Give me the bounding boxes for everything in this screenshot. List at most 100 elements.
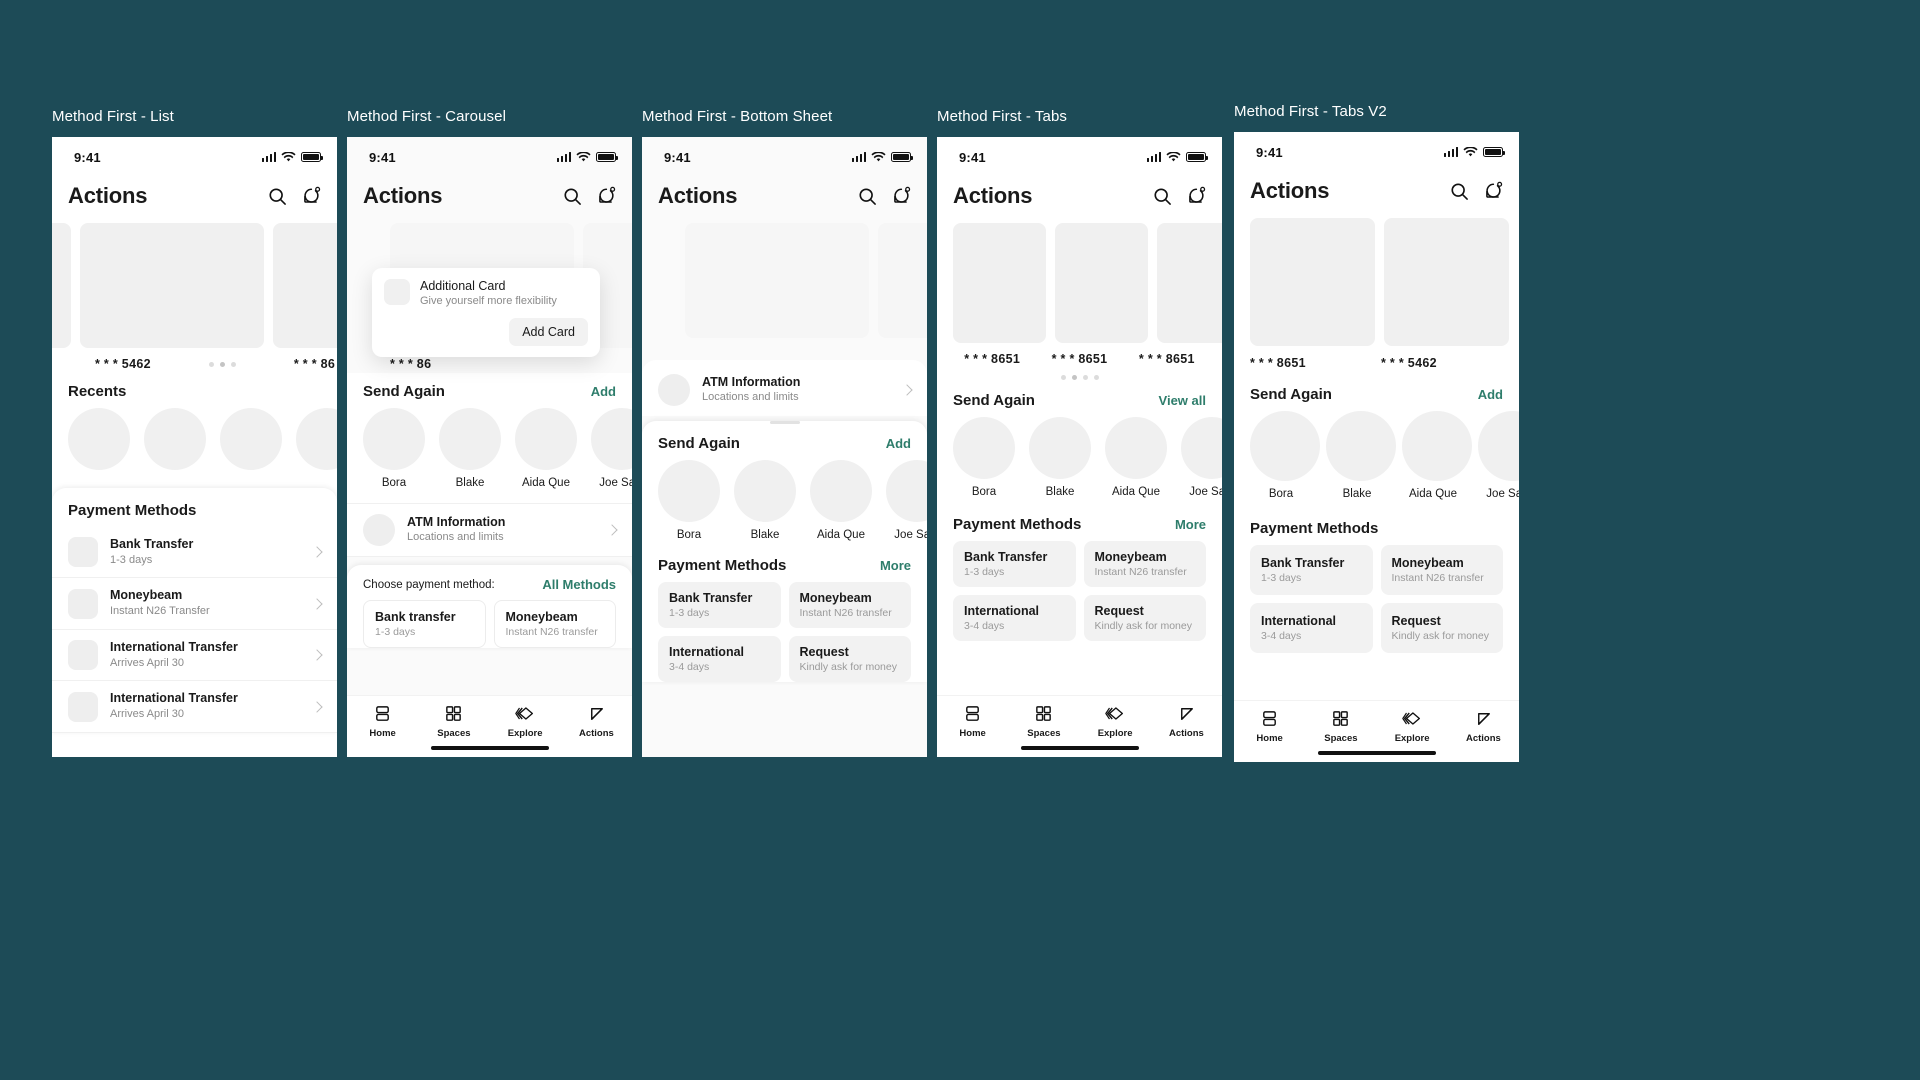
payment-tile[interactable]: Moneybeam Instant N26 transfer — [788, 582, 911, 628]
avatar[interactable] — [515, 408, 577, 470]
notification-bell-icon[interactable] — [1483, 181, 1503, 201]
notification-bell-icon[interactable] — [301, 186, 321, 206]
search-icon[interactable] — [1450, 182, 1469, 201]
avatar[interactable] — [810, 460, 872, 522]
payment-tile[interactable]: Bank transfer 1-3 days — [363, 600, 486, 648]
add-contact-link[interactable]: Add — [1478, 387, 1503, 402]
card-tile-current[interactable] — [685, 223, 869, 338]
all-methods-link[interactable]: All Methods — [542, 577, 616, 592]
sheet-drag-handle[interactable] — [769, 421, 800, 424]
card-tile-next[interactable] — [878, 223, 927, 338]
payment-method-tiles[interactable]: Bank Transfer 1-3 days Moneybeam Instant… — [1234, 545, 1519, 653]
tab-spaces[interactable]: Spaces — [1305, 709, 1376, 744]
avatar[interactable] — [1105, 417, 1167, 479]
payment-method-tiles[interactable]: Bank transfer 1-3 days Moneybeam Instant… — [347, 600, 632, 648]
payment-tile[interactable]: Bank Transfer 1-3 days — [1250, 545, 1373, 595]
payment-tile[interactable]: Moneybeam Instant N26 transfer — [1380, 545, 1503, 595]
search-icon[interactable] — [268, 187, 287, 206]
notification-bell-icon[interactable] — [1186, 186, 1206, 206]
card-tile-2[interactable] — [1384, 218, 1509, 346]
payment-tile[interactable]: Bank Transfer 1-3 days — [658, 582, 781, 628]
table-row[interactable]: Moneybeam Instant N26 Transfer — [52, 578, 337, 630]
tab-actions[interactable]: Actions — [561, 704, 632, 739]
avatar[interactable] — [591, 408, 632, 470]
avatar[interactable] — [1029, 417, 1091, 479]
avatar[interactable] — [1181, 417, 1222, 479]
avatar[interactable] — [439, 408, 501, 470]
notification-bell-icon[interactable] — [891, 186, 911, 206]
send-again-avatars[interactable]: Bora Blake Aida Que Joe Sam — [642, 460, 927, 541]
search-icon[interactable] — [563, 187, 582, 206]
avatar[interactable] — [1326, 411, 1396, 481]
add-contact-link[interactable]: Add — [886, 436, 911, 451]
card-carousel[interactable] — [937, 223, 1222, 343]
more-link[interactable]: More — [880, 558, 911, 573]
avatar[interactable] — [144, 408, 206, 470]
avatar[interactable] — [1402, 411, 1472, 481]
list-item — [68, 408, 130, 470]
send-again-avatars[interactable]: Bora Blake Aida Que Joe Sam — [1234, 411, 1519, 500]
table-row[interactable]: Bank Transfer 1-3 days — [52, 527, 337, 579]
payment-method-tiles[interactable]: Bank Transfer 1-3 days Moneybeam Instant… — [937, 541, 1222, 641]
card-tile-1[interactable] — [953, 223, 1046, 343]
wifi-icon — [1463, 146, 1478, 156]
payment-tile[interactable]: International 3-4 days — [953, 595, 1076, 641]
card-carousel[interactable] — [1234, 218, 1519, 346]
notification-bell-icon[interactable] — [596, 186, 616, 206]
payment-tile[interactable]: Request Kindly ask for money — [1083, 595, 1206, 641]
table-row[interactable]: International Transfer Arrives April 30 — [52, 681, 337, 733]
avatar[interactable] — [886, 460, 927, 522]
send-again-avatars[interactable]: Bora Blake Aida Que Joe Sam — [937, 417, 1222, 498]
tab-explore[interactable]: Explore — [1080, 704, 1151, 739]
card-tile-3[interactable] — [1157, 223, 1222, 343]
list-item — [220, 408, 282, 470]
table-row[interactable]: International Transfer Arrives April 30 — [52, 630, 337, 682]
tab-actions[interactable]: Actions — [1151, 704, 1222, 739]
avatar[interactable] — [658, 460, 720, 522]
card-tile-2[interactable] — [1055, 223, 1148, 343]
payment-tile[interactable]: Request Kindly ask for money — [1380, 603, 1503, 653]
card-tile-prev[interactable] — [52, 223, 71, 348]
tab-explore[interactable]: Explore — [1377, 709, 1448, 744]
payment-tile[interactable]: Moneybeam Instant N26 transfer — [1083, 541, 1206, 587]
avatar[interactable] — [220, 408, 282, 470]
payment-tile[interactable]: Request Kindly ask for money — [788, 636, 911, 682]
search-icon[interactable] — [1153, 187, 1172, 206]
card-carousel[interactable] — [52, 223, 337, 348]
avatar[interactable] — [68, 408, 130, 470]
payment-tile[interactable]: International 3-4 days — [1250, 603, 1373, 653]
search-icon[interactable] — [858, 187, 877, 206]
view-all-link[interactable]: View all — [1159, 393, 1206, 408]
card-carousel[interactable] — [642, 223, 927, 338]
avatar[interactable] — [363, 408, 425, 470]
avatar[interactable] — [953, 417, 1015, 479]
app-bar: Actions — [347, 177, 632, 223]
payment-tile-subtitle: 1-3 days — [964, 566, 1005, 578]
card-tile-current[interactable] — [80, 223, 264, 348]
payment-method-tiles[interactable]: Bank Transfer 1-3 days Moneybeam Instant… — [642, 582, 927, 682]
avatar[interactable] — [1250, 411, 1320, 481]
card-tile-next[interactable] — [273, 223, 337, 348]
home-indicator — [1020, 746, 1139, 750]
tab-spaces[interactable]: Spaces — [418, 704, 489, 739]
atm-information-row[interactable]: ATM Information Locations and limits — [642, 360, 927, 416]
payment-tile[interactable]: International 3-4 days — [658, 636, 781, 682]
tab-home[interactable]: Home — [1234, 709, 1305, 744]
add-contact-link[interactable]: Add — [591, 384, 616, 399]
tab-home[interactable]: Home — [347, 704, 418, 739]
recents-avatars[interactable] — [52, 408, 337, 470]
tab-home[interactable]: Home — [937, 704, 1008, 739]
payment-tile[interactable]: Bank Transfer 1-3 days — [953, 541, 1076, 587]
tab-spaces[interactable]: Spaces — [1008, 704, 1079, 739]
payment-tile[interactable]: Moneybeam Instant N26 transfer — [493, 600, 616, 648]
avatar[interactable] — [296, 408, 337, 470]
card-tile-1[interactable] — [1250, 218, 1375, 346]
add-card-button[interactable]: Add Card — [509, 318, 588, 346]
send-again-avatars[interactable]: Bora Blake Aida Que Joe Sam — [347, 408, 632, 489]
atm-information-row[interactable]: ATM Information Locations and limits — [347, 503, 632, 557]
tab-explore[interactable]: Explore — [490, 704, 561, 739]
more-link[interactable]: More — [1175, 517, 1206, 532]
avatar[interactable] — [734, 460, 796, 522]
avatar[interactable] — [1478, 411, 1519, 481]
tab-actions[interactable]: Actions — [1448, 709, 1519, 744]
